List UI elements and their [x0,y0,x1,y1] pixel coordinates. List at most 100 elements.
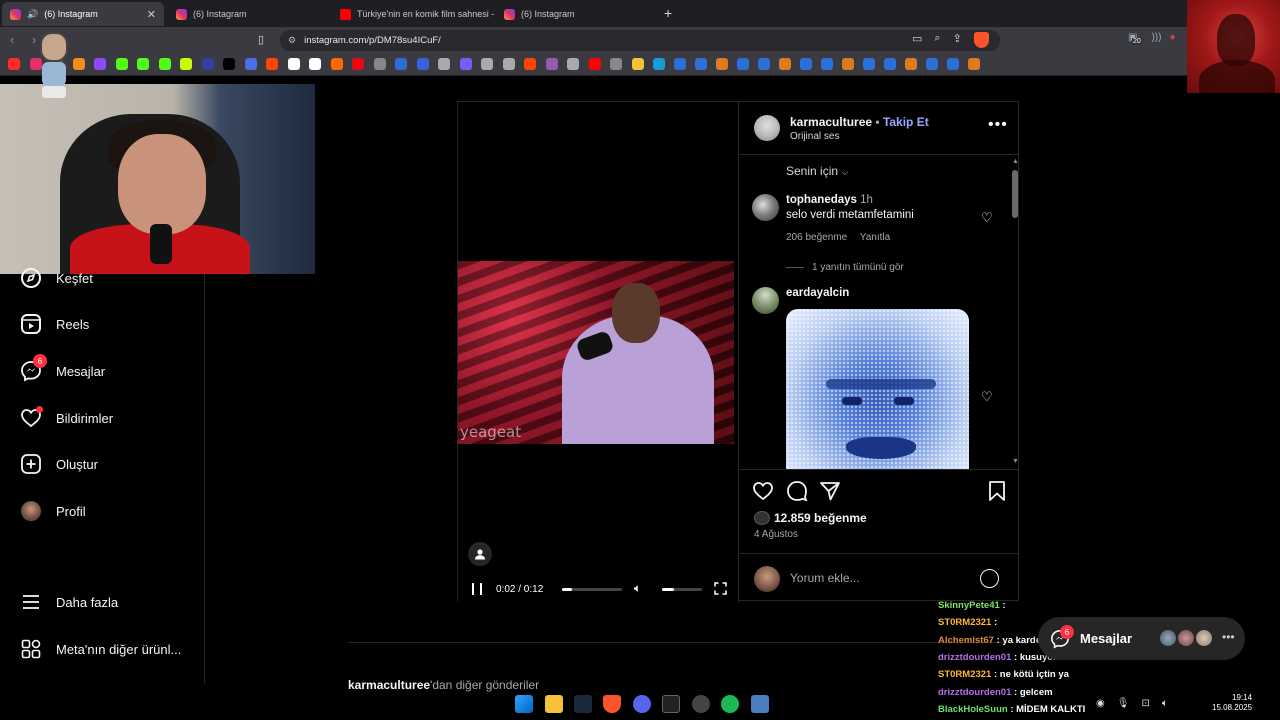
bookmark-icon[interactable] [905,58,917,70]
cast-icon[interactable]: ▭ [912,32,922,48]
comment-avatar[interactable] [752,287,779,314]
spotify-icon[interactable] [721,695,739,713]
file-explorer-icon[interactable] [545,695,563,713]
site-settings-icon[interactable]: ⚙ [288,35,296,46]
scrollbar-thumb[interactable] [1012,170,1018,218]
bookmark-icon[interactable] [395,58,407,70]
tab-instagram[interactable]: (6) Instagram [168,2,328,26]
network-icon[interactable]: ⊡ [1141,698,1149,709]
comment-username[interactable]: tophanedays [786,194,857,206]
bookmark-icon[interactable] [352,58,364,70]
comment-image[interactable] [786,309,969,469]
bookmark-icon[interactable] [459,58,472,70]
like-comment-icon[interactable]: ♡ [981,210,993,226]
bookmark-icon[interactable] [653,58,665,70]
bookmark-icon[interactable] [266,58,278,70]
scroll-down-icon[interactable]: ▼ [1012,458,1019,465]
more-options-icon[interactable]: ••• [1222,630,1235,644]
like-icon[interactable] [752,480,774,502]
bookmark-icon[interactable] [330,58,343,70]
comments-scrollbar[interactable]: ▲ ▼ [1012,158,1019,468]
brave-shields-icon[interactable] [973,32,989,48]
bookmark-icon[interactable] [926,58,938,70]
steam-tray-icon[interactable]: ◉ [1096,698,1105,709]
sidebar-item-messages[interactable]: 6 Mesajlar [20,354,105,383]
bookmark-icon[interactable] [737,58,749,70]
bookmark-icon[interactable] [821,58,833,70]
bookmark-icon[interactable] [695,58,707,70]
app-icon[interactable] [751,695,769,713]
windows-start-icon[interactable] [515,695,533,713]
audio-extension-icon[interactable]: ))) [1151,32,1161,43]
comment-username[interactable]: eardayalcin [786,287,849,299]
bookmark-icon[interactable] [502,58,515,70]
like-comment-icon[interactable]: ♡ [981,389,993,405]
bookmark-icon[interactable] [842,58,854,70]
share-icon[interactable]: ⇪ [953,32,962,48]
bookmark-icon[interactable] [779,58,791,70]
sidebar-item-explore[interactable]: Keşfet [20,266,93,290]
bookmark-icon[interactable] [947,58,959,70]
sidebar-item-profile[interactable]: Profil [20,499,86,523]
bookmark-icon[interactable] [137,58,149,70]
volume-tray-icon[interactable]: 🔈︎ [1162,698,1168,709]
sidebar-item-more[interactable]: Daha fazla [20,590,118,614]
bookmark-icon[interactable] [72,58,85,70]
url-bar[interactable]: ⚙ instagram.com/p/DM78su4ICuF/ [280,30,1000,51]
new-tab-button[interactable]: + [664,5,672,21]
tagged-users-button[interactable] [468,542,492,566]
bookmark-icon[interactable] [567,58,579,70]
bookmark-icon[interactable]: ▯ [258,33,264,46]
sidebar-item-create[interactable]: Oluştur [20,452,98,476]
video-player[interactable]: yeageat [458,261,734,444]
bookmark-icon[interactable] [588,58,601,70]
close-tab-icon[interactable]: ✕ [147,8,156,21]
bookmark-icon[interactable] [524,58,536,70]
likes-count[interactable]: 12.859 beğenme [754,511,867,525]
system-clock[interactable]: 19:14 15.08.2025 [1212,693,1252,713]
bookmark-icon[interactable] [481,58,493,70]
bookmark-icon[interactable] [287,58,300,70]
bookmark-icon[interactable] [223,58,235,70]
bookmark-icon[interactable] [674,58,686,70]
bookmark-icon[interactable] [158,58,171,70]
bookmark-icon[interactable] [94,58,106,70]
bookmark-icon[interactable] [716,58,728,70]
author-avatar[interactable] [754,115,780,141]
bookmark-icon[interactable] [244,58,257,70]
bookmark-icon[interactable] [438,58,450,70]
view-replies-button[interactable]: 1 yanıtın tümünü gör [786,262,904,273]
share-icon[interactable] [819,480,841,502]
sidebar-item-meta-apps[interactable]: Meta'nın diğer ürünl... [20,637,181,661]
comment-sort-dropdown[interactable]: Senin için ⌵ [786,164,848,178]
bookmark-icon[interactable] [758,58,770,70]
comment-icon[interactable] [786,480,808,502]
volume-icon[interactable]: 🔈︎ [634,581,641,596]
bookmark-icon[interactable] [884,58,896,70]
comment-avatar[interactable] [752,194,779,221]
reply-button[interactable]: Yanıtla [860,232,890,243]
volume-slider[interactable] [662,588,702,591]
back-icon[interactable]: ‹ [10,32,14,47]
emoji-icon[interactable] [980,569,999,588]
bookmark-icon[interactable] [180,58,192,70]
author-username[interactable]: karmaculturee [790,115,872,129]
bookmark-icon[interactable] [610,58,622,70]
bookmark-icon[interactable] [115,58,128,70]
bookmark-icon[interactable] [416,58,429,70]
bookmark-icon[interactable] [8,58,20,70]
tab-instagram[interactable]: (6) Instagram [496,2,656,26]
audio-label[interactable]: Orijinal ses [790,131,839,142]
video-progress-bar[interactable] [562,588,622,591]
bookmark-icon[interactable] [863,58,875,70]
bookmark-icon[interactable] [631,58,644,70]
bookmark-icon[interactable] [309,58,321,70]
messages-popup-button[interactable]: 6 Mesajlar ••• [1038,617,1245,660]
scroll-up-icon[interactable]: ▲ [1012,158,1019,165]
mic-icon[interactable]: 🎙︎ [1117,698,1130,709]
bookmark-icon[interactable] [373,58,386,70]
app-icon[interactable] [662,695,680,713]
more-options-icon[interactable]: ••• [988,116,1008,134]
app-icon[interactable] [692,695,710,713]
bookmark-icon[interactable] [545,58,558,70]
